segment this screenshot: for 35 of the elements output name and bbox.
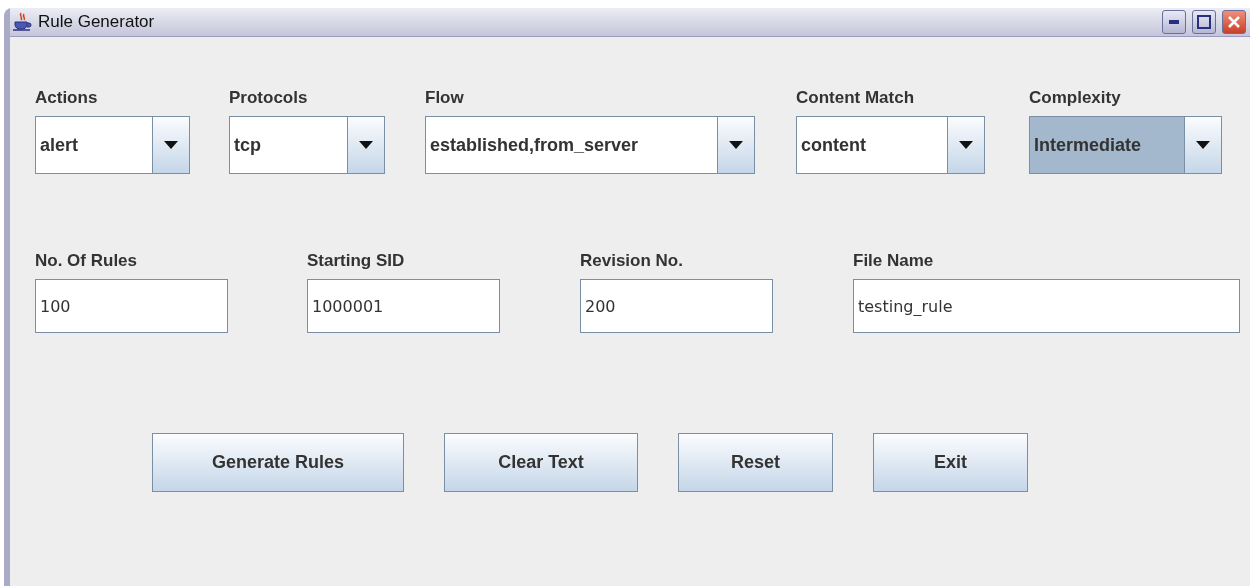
minimize-icon	[1169, 20, 1179, 24]
dropdown[interactable]: Intermediate	[1029, 116, 1222, 174]
dropdown-label: Actions	[35, 88, 99, 108]
input-field[interactable]: 100	[35, 279, 228, 333]
dropdown-label: Flow	[425, 88, 465, 108]
caret-icon	[164, 141, 178, 149]
action-button[interactable]: Reset	[678, 433, 833, 492]
close-icon	[1227, 15, 1241, 29]
caret-icon	[359, 141, 373, 149]
minimize-button[interactable]	[1162, 10, 1186, 34]
maximize-icon	[1197, 15, 1211, 29]
dropdown[interactable]: tcp	[229, 116, 385, 174]
dropdown-label: Complexity	[1029, 88, 1122, 108]
close-button[interactable]	[1222, 10, 1246, 34]
input-field[interactable]: 1000001	[307, 279, 500, 333]
maximize-button[interactable]	[1192, 10, 1216, 34]
dropdown[interactable]: established,from_server	[425, 116, 755, 174]
action-button[interactable]: Exit	[873, 433, 1028, 492]
input-field[interactable]: testing_rule	[853, 279, 1240, 333]
action-button[interactable]: Generate Rules	[152, 433, 404, 492]
field-label: Revision No.	[580, 251, 684, 271]
caret-icon	[729, 141, 743, 149]
dropdown-label: Content Match	[796, 88, 916, 108]
coffee-cup-icon	[12, 12, 32, 32]
window-title: Rule Generator	[38, 12, 156, 32]
caret-icon	[1196, 141, 1210, 149]
input-field[interactable]: 200	[580, 279, 773, 333]
action-button[interactable]: Clear Text	[444, 433, 638, 492]
dropdown-label: Protocols	[229, 88, 309, 108]
field-label: No. Of Rules	[35, 251, 138, 271]
dropdown[interactable]: alert	[35, 116, 190, 174]
field-label: Starting SID	[307, 251, 406, 271]
field-label: File Name	[853, 251, 935, 271]
caret-icon	[959, 141, 973, 149]
dropdown[interactable]: content	[796, 116, 985, 174]
